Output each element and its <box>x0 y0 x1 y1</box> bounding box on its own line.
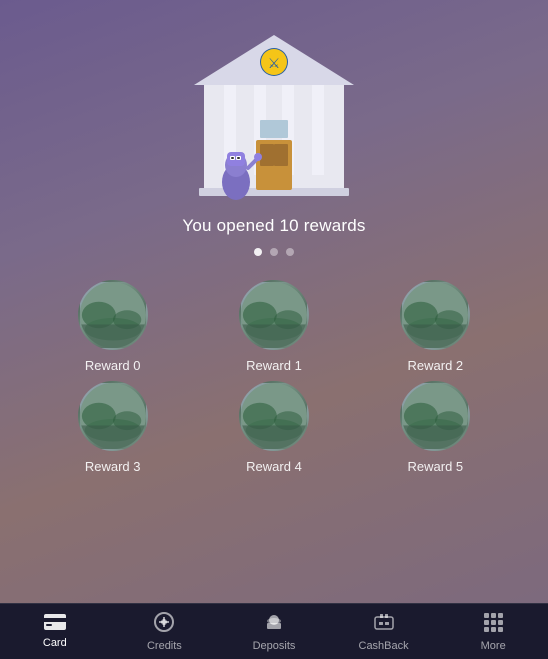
reward-label-4: Reward 4 <box>246 459 302 474</box>
tab-cashback[interactable]: CashBack <box>329 604 439 659</box>
reward-circle-5 <box>400 381 470 451</box>
tab-deposits[interactable]: Deposits <box>219 604 329 659</box>
tab-card-label: Card <box>43 637 67 649</box>
reward-label-3: Reward 3 <box>85 459 141 474</box>
reward-item-3[interactable]: Reward 3 <box>40 381 185 474</box>
reward-circle-1 <box>239 280 309 350</box>
tab-deposits-label: Deposits <box>253 640 296 652</box>
rewards-grid: Reward 0 Reward 1 <box>0 280 548 474</box>
tab-bar: Card Credits Deposits <box>0 603 548 659</box>
tab-credits-label: Credits <box>147 640 182 652</box>
tab-credits[interactable]: Credits <box>110 604 220 659</box>
credits-icon <box>153 611 175 637</box>
dot-2 <box>270 248 278 256</box>
dot-3 <box>286 248 294 256</box>
reward-item-0[interactable]: Reward 0 <box>40 280 185 373</box>
reward-item-2[interactable]: Reward 2 <box>363 280 508 373</box>
tab-more[interactable]: More <box>438 604 548 659</box>
reward-label-0: Reward 0 <box>85 358 141 373</box>
reward-circle-3 <box>78 381 148 451</box>
reward-item-4[interactable]: Reward 4 <box>201 381 346 474</box>
reward-item-1[interactable]: Reward 1 <box>201 280 346 373</box>
reward-item-5[interactable]: Reward 5 <box>363 381 508 474</box>
reward-label-5: Reward 5 <box>408 459 464 474</box>
pagination-dots <box>254 248 294 256</box>
reward-text: You opened 10 rewards <box>182 216 365 236</box>
svg-text:⚔: ⚔ <box>268 55 281 71</box>
reward-label-2: Reward 2 <box>408 358 464 373</box>
reward-label-1: Reward 1 <box>246 358 302 373</box>
main-content: ⚔ You opened 10 rewards <box>0 0 548 603</box>
tab-more-label: More <box>481 640 506 652</box>
building-illustration: ⚔ <box>174 20 374 200</box>
tab-cashback-label: CashBack <box>359 640 409 652</box>
dot-1 <box>254 248 262 256</box>
reward-circle-4 <box>239 381 309 451</box>
deposits-icon <box>263 611 285 637</box>
reward-circle-0 <box>78 280 148 350</box>
reward-circle-2 <box>400 280 470 350</box>
card-icon <box>44 614 66 634</box>
tab-card[interactable]: Card <box>0 604 110 659</box>
cashback-icon <box>373 611 395 637</box>
more-icon <box>482 611 504 637</box>
